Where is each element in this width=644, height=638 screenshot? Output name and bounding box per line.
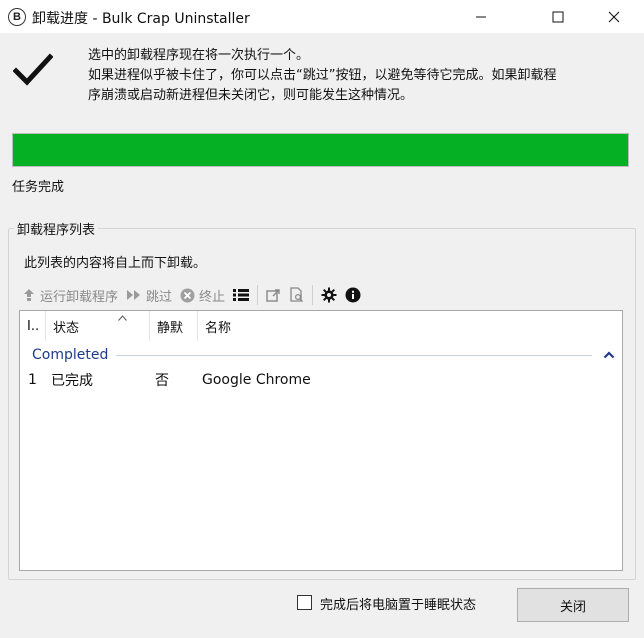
list-icon — [233, 289, 250, 301]
column-header-silent[interactable]: 静默 — [150, 311, 198, 341]
info-icon — [345, 287, 361, 303]
skip-label: 跳过 — [146, 289, 173, 305]
run-icon — [24, 289, 34, 301]
info-button[interactable] — [341, 283, 365, 307]
minimize-button[interactable] — [458, 0, 504, 33]
run-uninstaller-button[interactable]: 运行卸载程序 — [18, 283, 122, 307]
progress-status-text: 任务完成 — [12, 180, 65, 195]
close-button[interactable]: 关闭 — [517, 588, 629, 622]
info-message-line: 序崩溃或启动新进程但未关闭它，则可能发生这种情况。 — [88, 88, 414, 103]
list-group-title: Completed — [32, 347, 109, 363]
table-row[interactable]: 1 已完成 否 Google Chrome — [20, 369, 622, 391]
skip-button[interactable]: 跳过 — [122, 283, 176, 307]
uninstaller-list[interactable]: I.. 状态 静默 名称 Completed 1 已完成 否 Google Ch… — [19, 310, 623, 571]
external-link-icon — [266, 288, 280, 302]
file-properties-button[interactable] — [285, 283, 308, 307]
sleep-checkbox[interactable] — [297, 595, 312, 610]
cell-silent: 否 — [155, 373, 169, 389]
toolbar-separator — [257, 285, 259, 305]
cell-index: 1 — [28, 372, 37, 388]
list-header: I.. 状态 静默 名称 — [20, 311, 622, 341]
toolbar-separator — [312, 285, 314, 305]
info-message: 选中的卸载程序现在将一次执行一个。 如果进程似乎被卡住了，你可以点击“跳过”按钮… — [88, 46, 638, 106]
list-toolbar: 运行卸载程序 跳过 终止 — [18, 282, 365, 308]
group-title: 卸载程序列表 — [14, 219, 99, 238]
open-external-button[interactable] — [262, 283, 285, 307]
terminate-button[interactable]: 终止 — [176, 283, 229, 307]
run-uninstaller-label: 运行卸载程序 — [40, 289, 119, 305]
column-header-label: 状态 — [53, 320, 80, 336]
column-header-index[interactable]: I.. — [20, 311, 46, 341]
list-view-button[interactable] — [229, 283, 253, 307]
column-header-status[interactable]: 状态 — [46, 311, 150, 341]
checkmark-icon — [13, 53, 53, 86]
cell-status: 已完成 — [51, 373, 93, 389]
gear-icon — [321, 287, 337, 303]
minimize-icon — [476, 16, 486, 17]
cell-name: Google Chrome — [202, 372, 311, 388]
document-search-icon — [290, 287, 304, 302]
progress-bar — [12, 133, 629, 167]
app-logo-icon: B — [8, 8, 26, 26]
sleep-checkbox-label[interactable]: 完成后将电脑置于睡眠状态 — [320, 594, 476, 613]
info-message-line: 选中的卸载程序现在将一次执行一个。 — [88, 48, 310, 63]
list-group-header[interactable]: Completed — [32, 345, 616, 365]
chevron-up-icon[interactable] — [602, 348, 616, 362]
title-bar: B 卸载进度 - Bulk Crap Uninstaller — [0, 0, 644, 33]
window-title: 卸载进度 - Bulk Crap Uninstaller — [32, 11, 250, 27]
fast-forward-icon — [127, 290, 141, 300]
terminate-label: 终止 — [199, 289, 226, 305]
close-window-button[interactable] — [591, 0, 637, 33]
column-header-label: 静默 — [157, 320, 184, 336]
group-description: 此列表的内容将自上而下卸载。 — [24, 256, 207, 271]
column-header-name[interactable]: 名称 — [198, 311, 622, 341]
column-header-label: I.. — [27, 318, 40, 334]
settings-button[interactable] — [317, 283, 341, 307]
sort-ascending-icon — [118, 315, 127, 321]
maximize-icon — [552, 11, 564, 22]
maximize-button[interactable] — [535, 0, 581, 33]
info-message-line: 如果进程似乎被卡住了，你可以点击“跳过”按钮，以避免等待它完成。如果卸载程 — [88, 68, 557, 83]
column-header-label: 名称 — [205, 320, 232, 336]
close-icon — [608, 11, 620, 22]
list-group-divider — [116, 354, 592, 356]
progress-fill — [13, 134, 628, 166]
stop-circle-icon — [180, 288, 195, 302]
